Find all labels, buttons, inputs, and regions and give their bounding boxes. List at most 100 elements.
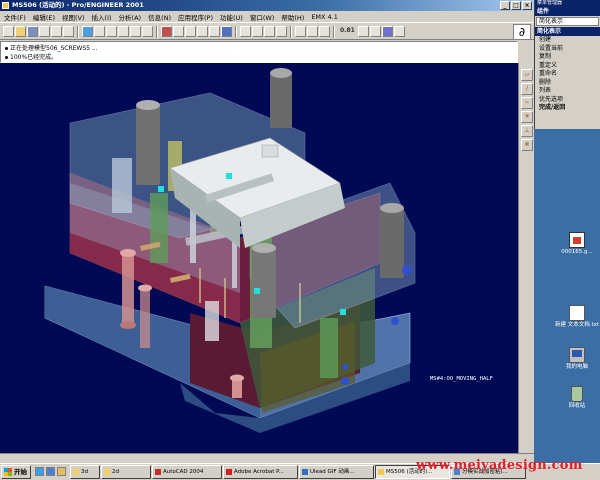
task-3d[interactable]: 3d	[70, 465, 100, 479]
task-acrobat[interactable]: Adobe Acrobat P...	[223, 465, 298, 479]
datum-planes-icon[interactable]	[252, 26, 263, 37]
no-hidden-icon[interactable]	[209, 26, 220, 37]
datum-axis-tool-icon[interactable]: /	[521, 83, 533, 95]
zoom-out-icon[interactable]	[106, 26, 117, 37]
ulead-icon	[302, 469, 308, 475]
menu-edit[interactable]: 编辑(E)	[33, 12, 55, 22]
csys-icon[interactable]	[307, 26, 318, 37]
desktop-icon-text-file[interactable]: 新建 文本文档.txt	[552, 305, 600, 329]
spin-center-icon[interactable]	[240, 26, 251, 37]
zoom-level: 0.81	[340, 27, 355, 34]
task-label: 3d	[81, 469, 88, 475]
task-label: Ulead GIF 动画...	[310, 469, 355, 475]
menu-applications[interactable]: 应用程序(P)	[178, 12, 213, 22]
menu-item-rename[interactable]: 重命名	[535, 70, 600, 79]
start-button[interactable]: 开始	[1, 465, 31, 479]
menu-item-create[interactable]: 创建	[535, 36, 600, 45]
recycle-bin-icon	[571, 386, 583, 402]
task-autocad[interactable]: AutoCAD 2004	[152, 465, 222, 479]
menu-emx[interactable]: EMX 4.1	[311, 13, 338, 21]
menu-analysis[interactable]: 分析(A)	[119, 12, 142, 22]
acrobat-icon	[226, 469, 232, 475]
datum-axes-icon[interactable]	[264, 26, 275, 37]
menu-item-delete[interactable]: 删除	[535, 79, 600, 88]
query-icon[interactable]	[370, 26, 381, 37]
menu-item-set-current[interactable]: 设置当前	[535, 45, 600, 54]
task-label: AutoCAD 2004	[163, 469, 204, 475]
proe-app-icon[interactable]	[2, 2, 9, 9]
minimize-button[interactable]: _	[500, 1, 510, 10]
sketch-tool-icon[interactable]	[295, 26, 306, 37]
model-name-label: MS#4:OO_MOVING_HALF	[430, 376, 493, 382]
coordinate-system-tool-icon[interactable]: ⊥	[521, 125, 533, 137]
watermark-text: www.meiyadesign.com	[416, 458, 583, 473]
menu-view[interactable]: 视图(V)	[62, 12, 85, 22]
message-bullet-icon	[5, 47, 8, 50]
sketch-mode-icon[interactable]: ∂	[513, 24, 531, 40]
menu-help[interactable]: 帮助(H)	[281, 12, 304, 22]
windows-flag-icon	[4, 468, 12, 476]
orient-icon[interactable]	[130, 26, 141, 37]
menu-head-component[interactable]: 组件	[535, 7, 600, 16]
datum-curve-tool-icon[interactable]: ~	[521, 97, 533, 109]
quicklaunch-ie-icon[interactable]	[46, 467, 55, 476]
window-title: MS506 (活动的) - Pro/ENGINEER 2001	[12, 1, 144, 9]
wireframe-icon[interactable]	[185, 26, 196, 37]
graphics-viewport[interactable]: MS#4:OO_MOVING_HALF	[0, 63, 518, 453]
simplified-rep-selector[interactable]: 简化表示	[536, 17, 599, 26]
search-icon[interactable]	[382, 26, 393, 37]
message-bullet-icon	[5, 56, 8, 59]
menu-info[interactable]: 信息(N)	[148, 12, 171, 22]
save-icon[interactable]	[27, 26, 38, 37]
menu-item-redefine[interactable]: 重定义	[535, 62, 600, 71]
shading-icon[interactable]	[221, 26, 232, 37]
task-ulead-gif[interactable]: Ulead GIF 动画...	[299, 465, 374, 479]
zoom-in-icon[interactable]	[94, 26, 105, 37]
analysis-icon[interactable]	[358, 26, 369, 37]
menu-window[interactable]: 窗口(W)	[250, 12, 275, 22]
datum-points-icon[interactable]	[276, 26, 287, 37]
close-button[interactable]: ×	[522, 1, 532, 10]
menu-insert[interactable]: 插入(I)	[92, 12, 112, 22]
menu-file[interactable]: 文件(F)	[4, 12, 26, 22]
message-line: 正在处理模型506_SCREWS5 ...	[10, 45, 98, 52]
cut-icon[interactable]	[63, 26, 74, 37]
datum-point-tool-icon[interactable]: ✳	[521, 111, 533, 123]
folder-icon	[73, 469, 79, 475]
context-help-icon[interactable]	[394, 26, 405, 37]
model-tree-icon[interactable]	[173, 26, 184, 37]
analysis-feature-tool-icon[interactable]: ※	[521, 139, 533, 151]
email-icon[interactable]	[51, 26, 62, 37]
task-2d[interactable]: 2d	[101, 465, 151, 479]
image-file-icon	[569, 232, 585, 248]
menu-bar: 文件(F) 编辑(E) 视图(V) 插入(I) 分析(A) 信息(N) 应用程序…	[0, 11, 534, 22]
quicklaunch-desktop-icon[interactable]	[35, 467, 44, 476]
menu-item-copy[interactable]: 复制	[535, 53, 600, 62]
menu-item-done-return[interactable]: 完成/返回	[535, 104, 600, 113]
title-bar[interactable]: MS506 (活动的) - Pro/ENGINEER 2001 _ □ ×	[0, 0, 534, 11]
quicklaunch-folder-icon[interactable]	[57, 467, 66, 476]
refit-icon[interactable]	[118, 26, 129, 37]
new-file-icon[interactable]	[3, 26, 14, 37]
saved-views-icon[interactable]	[142, 26, 153, 37]
maximize-button[interactable]: □	[511, 1, 521, 10]
desktop-icon-recycle-bin[interactable]: 回收站	[552, 386, 600, 410]
start-label: 开始	[14, 468, 27, 476]
layers-icon[interactable]	[161, 26, 172, 37]
redraw-icon[interactable]	[82, 26, 93, 37]
desktop-icon-image-file[interactable]: 000165.g...	[552, 232, 600, 256]
folder-icon	[104, 469, 110, 475]
menu-head-simplified[interactable]: 简化表示	[535, 27, 600, 36]
message-area: 正在处理模型506_SCREWS5 ... 100%已经完成。	[0, 41, 518, 63]
mold-assembly-model[interactable]	[0, 63, 518, 453]
menu-utilities[interactable]: 功能(U)	[220, 12, 243, 22]
menu-item-list[interactable]: 列表	[535, 87, 600, 96]
print-icon[interactable]	[39, 26, 50, 37]
menu-item-preferences[interactable]: 优先选项	[535, 96, 600, 105]
measure-icon[interactable]	[319, 26, 330, 37]
hidden-line-icon[interactable]	[197, 26, 208, 37]
desktop-icon-my-computer[interactable]: 我的电脑	[552, 347, 600, 371]
open-file-icon[interactable]	[15, 26, 26, 37]
menu-manager-title: 菜单管理器	[535, 0, 600, 7]
datum-plane-tool-icon[interactable]: ▱	[521, 69, 533, 81]
